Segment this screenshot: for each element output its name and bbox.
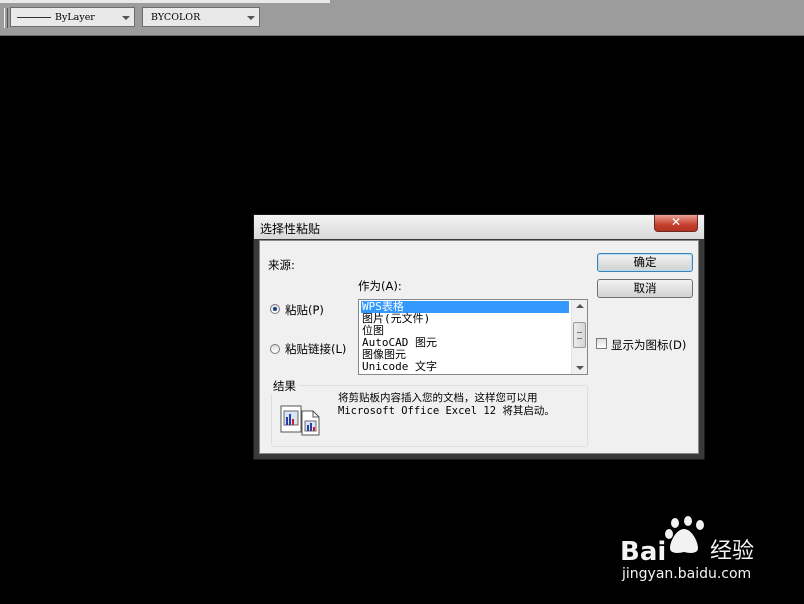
dialog-body: 来源: 作为(A): 粘贴(P) 粘贴链接(L) WPS表格 图片(元文件) 位…: [259, 240, 699, 454]
linetype-value: ByLayer: [55, 12, 95, 23]
list-item-unicode-text[interactable]: Unicode 文字: [361, 361, 569, 373]
listbox-scrollbar[interactable]: [571, 300, 587, 374]
scroll-down-icon[interactable]: [576, 366, 584, 370]
list-item-picture-metafile[interactable]: 图片(元文件): [361, 313, 569, 325]
ok-button[interactable]: 确定: [597, 253, 693, 272]
close-button[interactable]: ✕: [654, 215, 698, 232]
ok-button-label: 确定: [633, 255, 657, 269]
chevron-down-icon[interactable]: [122, 16, 130, 20]
paste-link-radio-label[interactable]: 粘贴链接(L): [285, 341, 346, 357]
line-sample-icon: [17, 17, 51, 18]
svg-text:Bai: Bai: [620, 537, 666, 567]
as-label: 作为(A):: [358, 279, 402, 293]
paste-special-dialog: 选择性粘贴 ✕ 来源: 作为(A): 粘贴(P) 粘贴链接(L) WPS表格 图…: [253, 214, 705, 460]
dialog-titlebar[interactable]: 选择性粘贴 ✕: [254, 215, 704, 239]
svg-text:经验: 经验: [710, 539, 754, 564]
color-dropdown[interactable]: BYCOLOR: [142, 7, 260, 27]
source-label: 来源:: [268, 258, 295, 272]
color-value: BYCOLOR: [151, 12, 201, 23]
chevron-down-icon[interactable]: [247, 16, 255, 20]
paste-radio[interactable]: [270, 304, 280, 314]
as-format-listbox[interactable]: WPS表格 图片(元文件) 位图 AutoCAD 图元 图像图元 Unicode…: [358, 299, 588, 375]
close-icon: ✕: [670, 215, 682, 229]
dialog-title: 选择性粘贴: [260, 222, 321, 236]
result-description: 将剪贴板内容插入您的文档，这样您可以用 Microsoft Office Exc…: [338, 392, 555, 418]
cancel-button-label: 取消: [633, 281, 657, 295]
result-line-1: 将剪贴板内容插入您的文档，这样您可以用: [338, 392, 538, 404]
paste-link-radio[interactable]: [270, 344, 280, 354]
toolbar-top-strip: [0, 0, 330, 3]
paste-result-icon: [280, 405, 320, 436]
paste-radio-label[interactable]: 粘贴(P): [285, 302, 324, 318]
scroll-up-icon[interactable]: [576, 304, 584, 308]
scroll-thumb[interactable]: [573, 322, 586, 348]
watermark-url: jingyan.baidu.com: [622, 566, 752, 582]
cancel-button[interactable]: 取消: [597, 279, 693, 298]
show-as-icon-label[interactable]: 显示为图标(D): [611, 337, 686, 353]
show-as-icon-checkbox[interactable]: [596, 338, 607, 349]
result-line-2: Microsoft Office Excel 12 将其启动。: [338, 405, 555, 417]
result-title: 结果: [270, 378, 299, 394]
properties-toolbar: ByLayer BYCOLOR: [0, 0, 804, 36]
linetype-dropdown[interactable]: ByLayer: [10, 7, 135, 27]
toolbar-grip[interactable]: [4, 8, 8, 28]
